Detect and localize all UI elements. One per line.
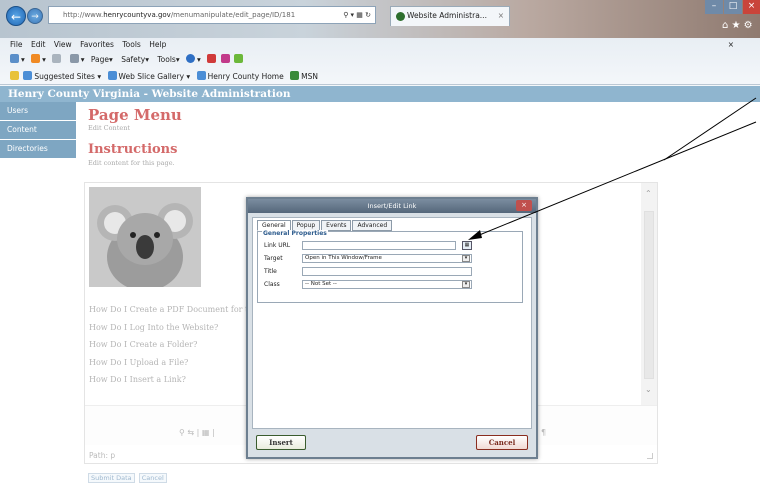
class-label: Class (264, 281, 280, 288)
fav-web-slice-gallery[interactable]: Web Slice Gallery (119, 72, 185, 81)
insert-edit-link-dialog: Insert/Edit Link × General Popup Events Adv… (246, 197, 538, 459)
address-path: /menumanipulate/edit_page/ID/181 (170, 11, 296, 19)
title-input[interactable] (302, 267, 472, 276)
command-safety[interactable]: Safety (121, 55, 145, 64)
class-value: -- Not Set -- (305, 281, 337, 287)
menu-tools[interactable]: Tools (122, 40, 140, 49)
command-bar: ▾ ▾ ▾ Page▾ Safety▾ Tools▾ ▾ (0, 52, 760, 68)
dialog-title-bar: Insert/Edit Link × (248, 199, 536, 213)
list-item[interactable]: How Do I Create a Folder? (89, 336, 253, 354)
menu-bar: File Edit View Favorites Tools Help × (0, 38, 760, 52)
find-icon[interactable]: ⚲ ⇆ | ▦ | (179, 428, 215, 437)
search-icon[interactable]: ⚲ ▾ ▦ ↻ (343, 7, 371, 23)
menu-file[interactable]: File (10, 40, 23, 49)
link-url-label: Link URL (264, 242, 291, 249)
address-bar[interactable]: http://www.henrycountyva.gov/menumanipul… (48, 6, 376, 24)
sidebar-item-users[interactable]: Users (0, 102, 76, 120)
target-value: Open in This Window/Frame (305, 255, 382, 261)
arrow-line-upper (663, 97, 757, 161)
editor-link-list: How Do I Create a PDF Document for th Ho… (89, 301, 253, 389)
command-tools[interactable]: Tools (157, 55, 175, 64)
chevron-down-icon: ▾ (462, 255, 470, 262)
dialog-close-button[interactable]: × (516, 200, 532, 211)
dialog-title: Insert/Edit Link (367, 202, 417, 210)
scroll-up-icon[interactable]: ⌃ (645, 189, 652, 198)
target-select[interactable]: Open in This Window/Frame ▾ (302, 254, 472, 263)
class-select[interactable]: -- Not Set -- ▾ (302, 280, 472, 289)
research-icon[interactable] (207, 54, 217, 63)
page-title: Page Menu (88, 106, 182, 124)
insert-button[interactable]: Insert (256, 435, 306, 450)
msn-icon (290, 71, 300, 80)
list-item[interactable]: How Do I Create a PDF Document for th (89, 301, 253, 319)
command-page[interactable]: Page (91, 55, 109, 64)
feeds-icon[interactable] (31, 54, 41, 63)
instructions-text: Edit content for this page. (88, 159, 175, 167)
home-icon[interactable] (10, 54, 19, 63)
minimize-button[interactable]: – (705, 0, 723, 14)
suggested-sites-icon (23, 71, 33, 80)
list-item[interactable]: How Do I Upload a File? (89, 354, 253, 372)
browse-icon[interactable]: ▦ (462, 241, 472, 250)
globe-icon (396, 12, 405, 21)
tab-title: Website Administra... (407, 11, 487, 20)
editor-path: Path: p (89, 451, 116, 460)
target-label: Target (264, 255, 283, 262)
favorites-bar: Suggested Sites ▾ Web Slice Gallery ▾ He… (0, 68, 760, 85)
address-prefix: http://www. (63, 11, 104, 19)
chevron-down-icon: ▾ (462, 281, 470, 288)
fav-henry-county-home[interactable]: Henry County Home (208, 72, 284, 81)
scroll-down-icon[interactable]: ⌄ (645, 385, 652, 394)
list-item[interactable]: How Do I Insert a Link? (89, 371, 253, 389)
menu-favorites[interactable]: Favorites (80, 40, 114, 49)
site-header: Henry County Virginia - Website Administ… (0, 86, 760, 102)
link-url-input[interactable] (302, 241, 456, 250)
list-item[interactable]: How Do I Log Into the Website? (89, 319, 253, 337)
tab-website-administration[interactable]: Website Administra... × (390, 6, 510, 26)
henry-county-icon (196, 71, 206, 80)
title-label: Title (264, 268, 277, 275)
sidebar: Users Content Directories (0, 102, 76, 159)
close-tab-icon[interactable]: × (498, 7, 504, 25)
instructions-heading: Instructions (88, 142, 178, 157)
print-icon[interactable] (69, 54, 79, 63)
koala-image (89, 187, 201, 287)
general-properties-fieldset: General Properties Link URL ▦ Target Ope… (257, 230, 523, 303)
menu-help[interactable]: Help (149, 40, 166, 49)
favorites-star-icon[interactable] (10, 71, 19, 80)
sidebar-item-directories[interactable]: Directories (0, 140, 76, 158)
form-buttons: Submit Data Cancel (88, 473, 169, 483)
koala-illustration (89, 187, 201, 287)
scrollbar-thumb[interactable] (644, 211, 654, 379)
maximize-button[interactable]: □ (724, 0, 742, 14)
resize-handle[interactable] (647, 453, 653, 459)
close-window-button[interactable]: × (743, 0, 760, 14)
editor-scrollbar[interactable]: ⌃ ⌄ (641, 183, 657, 405)
sidebar-item-content[interactable]: Content (0, 121, 76, 139)
tab-advanced[interactable]: Advanced (352, 220, 393, 231)
menu-edit[interactable]: Edit (31, 40, 46, 49)
web-slice-icon (107, 71, 117, 80)
fieldset-legend: General Properties (262, 230, 328, 237)
special-char-icon[interactable]: ¶ (541, 428, 546, 437)
dialog-cancel-button[interactable]: Cancel (476, 435, 528, 450)
dialog-body: General Popup Events Advanced General Prope… (252, 217, 532, 429)
close-bar-icon[interactable]: × (728, 38, 734, 52)
page-subtitle: Edit Content (88, 124, 130, 132)
home-icon[interactable]: ⌂ ★ ⚙ (722, 20, 753, 31)
address-domain: henrycountyva.gov (103, 11, 171, 19)
onenote-icon[interactable] (220, 54, 230, 63)
mail-icon[interactable] (52, 54, 62, 63)
help-icon[interactable] (185, 54, 195, 63)
fav-msn[interactable]: MSN (301, 72, 318, 81)
back-button[interactable]: ← (6, 6, 26, 26)
addon-icon[interactable] (233, 54, 243, 63)
forward-button[interactable]: → (27, 8, 43, 24)
browser-chrome: ← → http://www.henrycountyva.gov/menuman… (0, 0, 760, 86)
fav-suggested-sites[interactable]: Suggested Sites (34, 72, 95, 81)
menu-view[interactable]: View (54, 40, 72, 49)
main-content: Page Menu Edit Content Instructions Edit… (88, 106, 182, 167)
